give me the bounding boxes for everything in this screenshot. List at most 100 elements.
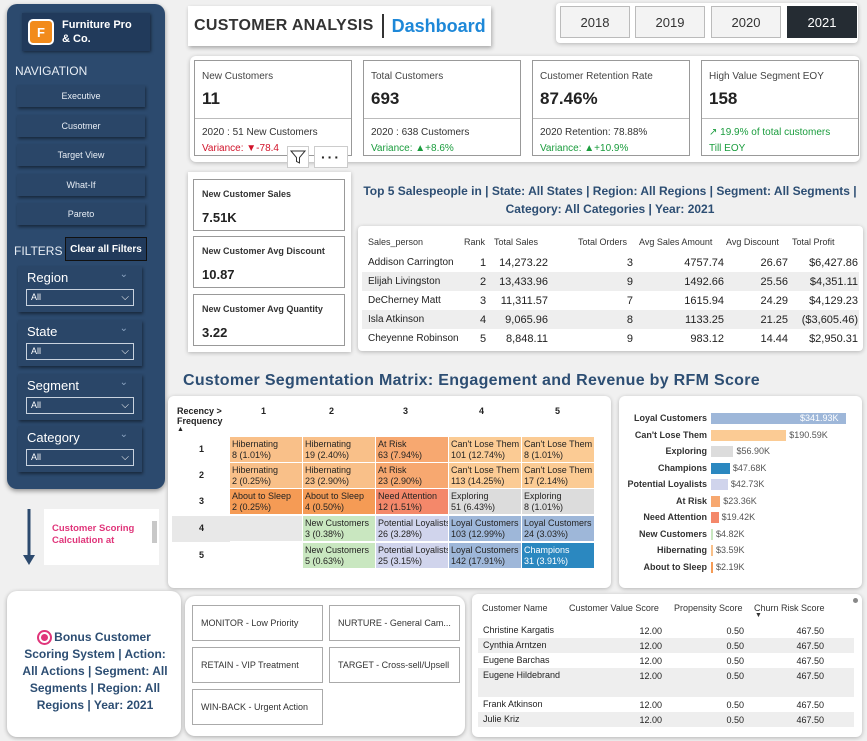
column-header[interactable]: Rank: [464, 237, 485, 247]
scoring-note: Customer Scoring Calculation at: [44, 509, 159, 565]
category-select[interactable]: All ⌵: [26, 449, 134, 466]
matrix-cell[interactable]: Champions 31 (3.91%): [522, 543, 595, 569]
matrix-cell[interactable]: Can't Lose Them 113 (14.25%): [449, 463, 522, 489]
table-row[interactable]: Julie Kriz 12.00 0.50 467.50: [478, 712, 854, 727]
year-button-2019[interactable]: 2019: [635, 6, 705, 38]
column-header[interactable]: Sales_person: [368, 237, 423, 247]
matrix-cell-segment: About to Sleep: [232, 491, 292, 501]
action-win-back-button[interactable]: WIN-BACK - Urgent Action: [192, 689, 323, 725]
table-row[interactable]: Addison Carrington 1 14,273.22 3 4757.74 26.6…: [362, 253, 859, 272]
page-header: CUSTOMER ANALYSIS Dashboard: [188, 6, 491, 46]
scrollbar[interactable]: [853, 598, 858, 603]
sort-desc-icon[interactable]: ▼: [755, 612, 762, 619]
table-row[interactable]: Eugene Barchas 12.00 0.50 467.50: [478, 653, 854, 668]
page-title: CUSTOMER ANALYSIS: [194, 17, 374, 34]
matrix-cell[interactable]: Can't Lose Them 8 (1.01%): [522, 437, 595, 463]
table-cell: 12.00: [639, 626, 662, 636]
matrix-cell[interactable]: At Risk 23 (2.90%): [376, 463, 449, 489]
matrix-cell[interactable]: Potential Loyalists 26 (3.28%): [376, 516, 449, 542]
matrix-cell[interactable]: Need Attention 12 (1.51%): [376, 489, 449, 515]
table-row[interactable]: Eugene Hildebrand 12.00 0.50 467.50: [478, 668, 854, 697]
matrix-cell[interactable]: Can't Lose Them 17 (2.14%): [522, 463, 595, 489]
nav-pareto-button[interactable]: Pareto: [17, 203, 145, 225]
table-cell: 4757.74: [684, 257, 724, 269]
column-header[interactable]: Avg Sales Amount: [639, 237, 712, 247]
bar-value-label: $4.82K: [716, 528, 745, 539]
nav-executive-button[interactable]: Executive: [17, 85, 145, 107]
action-monitor-button[interactable]: MONITOR - Low Priority: [192, 605, 323, 641]
nav-what-if-button[interactable]: What-If: [17, 174, 145, 196]
matrix-cell[interactable]: Hibernating 2 (0.25%): [230, 463, 303, 489]
matrix-cell[interactable]: [230, 516, 303, 542]
table-row[interactable]: Frank Atkinson 12.00 0.50 467.50: [478, 697, 854, 712]
segment-select[interactable]: All ⌵: [26, 397, 134, 414]
table-row[interactable]: Cheyenne Robinson 5 8,848.11 9 983.12 14.44 $2…: [362, 329, 859, 348]
bar[interactable]: [711, 429, 787, 441]
table-row[interactable]: Isla Atkinson 4 9,065.96 8 1133.25 21.25 ($3,6…: [362, 310, 859, 329]
matrix-cell[interactable]: Hibernating 23 (2.90%): [303, 463, 376, 489]
matrix-cell[interactable]: Can't Lose Them 101 (12.74%): [449, 437, 522, 463]
bar[interactable]: [711, 446, 734, 457]
column-header[interactable]: Customer Value Score: [569, 603, 659, 613]
table-row[interactable]: Cynthia Arntzen 12.00 0.50 467.50: [478, 638, 854, 653]
column-header[interactable]: Total Profit: [792, 237, 835, 247]
year-button-2018[interactable]: 2018: [560, 6, 630, 38]
bar[interactable]: [711, 561, 713, 573]
region-select[interactable]: All ⌵: [26, 289, 134, 306]
chevron-down-icon: ⌵: [121, 292, 129, 303]
table-row[interactable]: Elijah Livingston 2 13,433.96 9 1492.66 25.56…: [362, 272, 859, 291]
matrix-cell[interactable]: Hibernating 8 (1.01%): [230, 437, 303, 463]
matrix-cell-count: 8 (1.01%): [232, 450, 272, 460]
column-header[interactable]: Churn Risk Score: [754, 603, 825, 613]
table-cell: Christine Kargatis: [483, 625, 555, 635]
column-header[interactable]: Total Sales: [494, 237, 538, 247]
nav-customer-button[interactable]: Cusotmer: [17, 115, 145, 137]
action-target-button[interactable]: TARGET - Cross-sell/Upsell: [329, 647, 460, 683]
year-button-2020[interactable]: 2020: [711, 6, 781, 38]
bar[interactable]: [711, 528, 713, 540]
matrix-cell[interactable]: New Customers 5 (0.63%): [303, 543, 376, 569]
matrix-row-label: 3: [199, 496, 205, 506]
matrix-cell[interactable]: Exploring 51 (6.43%): [449, 489, 522, 515]
bar[interactable]: [711, 462, 730, 474]
action-retain-button[interactable]: RETAIN - VIP Treatment: [192, 647, 323, 683]
filter-icon[interactable]: [287, 146, 309, 168]
more-options-icon[interactable]: ···: [314, 146, 348, 168]
matrix-cell[interactable]: At Risk 63 (7.94%): [376, 437, 449, 463]
table-row[interactable]: Christine Kargatis 12.00 0.50 467.50: [478, 623, 854, 638]
matrix-cell[interactable]: Exploring 8 (1.01%): [522, 489, 595, 515]
matrix-cell[interactable]: Loyal Customers 103 (12.99%): [449, 516, 522, 542]
scoring-note-scrollbar[interactable]: [152, 521, 157, 543]
table-cell: 4: [480, 314, 487, 326]
matrix-col-label: 3: [403, 406, 409, 416]
chevron-down-icon: ⌄: [119, 323, 128, 334]
matrix-col-label: 4: [479, 406, 485, 416]
bar[interactable]: [711, 479, 728, 490]
matrix-cell[interactable]: Potential Loyalists 25 (3.15%): [376, 543, 449, 569]
column-header[interactable]: Total Orders: [578, 237, 627, 247]
matrix-cell[interactable]: [230, 543, 303, 569]
matrix-cell[interactable]: Hibernating 19 (2.40%): [303, 437, 376, 463]
matrix-cell[interactable]: Loyal Customers 142 (17.91%): [449, 543, 522, 569]
bar[interactable]: [711, 495, 721, 507]
table-cell: $6,427.86: [809, 257, 858, 269]
year-button-2021[interactable]: 2021: [787, 6, 857, 38]
nav-target-view-button[interactable]: Target View: [17, 144, 145, 166]
column-header[interactable]: Avg Discount: [726, 237, 779, 247]
clear-filters-button[interactable]: Clear all Filters: [65, 237, 147, 261]
matrix-cell[interactable]: About to Sleep 2 (0.25%): [230, 489, 303, 515]
matrix-cell[interactable]: Loyal Customers 24 (3.03%): [522, 516, 595, 542]
state-select[interactable]: All ⌵: [26, 343, 134, 360]
matrix-cell[interactable]: About to Sleep 4 (0.50%): [303, 489, 376, 515]
matrix-cell-segment: About to Sleep: [305, 491, 365, 501]
table-row[interactable]: DeCherney Matt 3 11,311.57 7 1615.94 24.29 $4,…: [362, 291, 859, 310]
bar[interactable]: [711, 512, 719, 523]
matrix-cell-segment: New Customers: [305, 518, 370, 528]
matrix-cell-count: 51 (6.43%): [451, 502, 496, 512]
matrix-col-label: 5: [555, 406, 561, 416]
matrix-cell[interactable]: New Customers 3 (0.38%): [303, 516, 376, 542]
bar[interactable]: [711, 545, 713, 556]
action-nurture-button[interactable]: NURTURE - General Cam...: [329, 605, 460, 641]
column-header[interactable]: Customer Name: [482, 603, 548, 613]
column-header[interactable]: Propensity Score: [674, 603, 743, 613]
